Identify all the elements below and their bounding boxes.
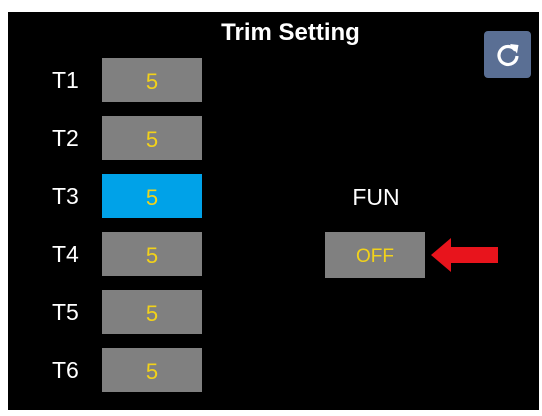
page-title: Trim Setting (221, 19, 360, 46)
reset-button[interactable] (484, 31, 531, 78)
trim-row-t4: T4 5 (8, 232, 208, 276)
refresh-icon (494, 41, 522, 69)
trim-row-t1: T1 5 (8, 58, 208, 102)
fun-label: FUN (352, 184, 400, 210)
trim-label: T3 (52, 183, 79, 209)
trim-value-t3[interactable]: 5 (102, 174, 202, 218)
trim-value-t6[interactable]: 5 (102, 348, 202, 392)
trim-value-t4[interactable]: 5 (102, 232, 202, 276)
trim-value-t2[interactable]: 5 (102, 116, 202, 160)
trim-value-t1[interactable]: 5 (102, 58, 202, 102)
trim-label: T2 (52, 125, 79, 151)
trim-label: T6 (52, 357, 79, 383)
trim-setting-screen: Trim Setting T1 5 T2 5 T3 5 T4 5 T5 5 T6… (8, 12, 539, 410)
trim-label: T1 (52, 67, 79, 93)
fun-toggle-button[interactable]: OFF (325, 232, 425, 278)
trim-value-t5[interactable]: 5 (102, 290, 202, 334)
trim-label: T5 (52, 299, 79, 325)
trim-row-t5: T5 5 (8, 290, 208, 334)
trim-label: T4 (52, 241, 79, 267)
trim-row-t3: T3 5 (8, 174, 208, 218)
trim-row-t2: T2 5 (8, 116, 208, 160)
arrow-left-icon (431, 236, 501, 279)
trim-row-t6: T6 5 (8, 348, 208, 392)
